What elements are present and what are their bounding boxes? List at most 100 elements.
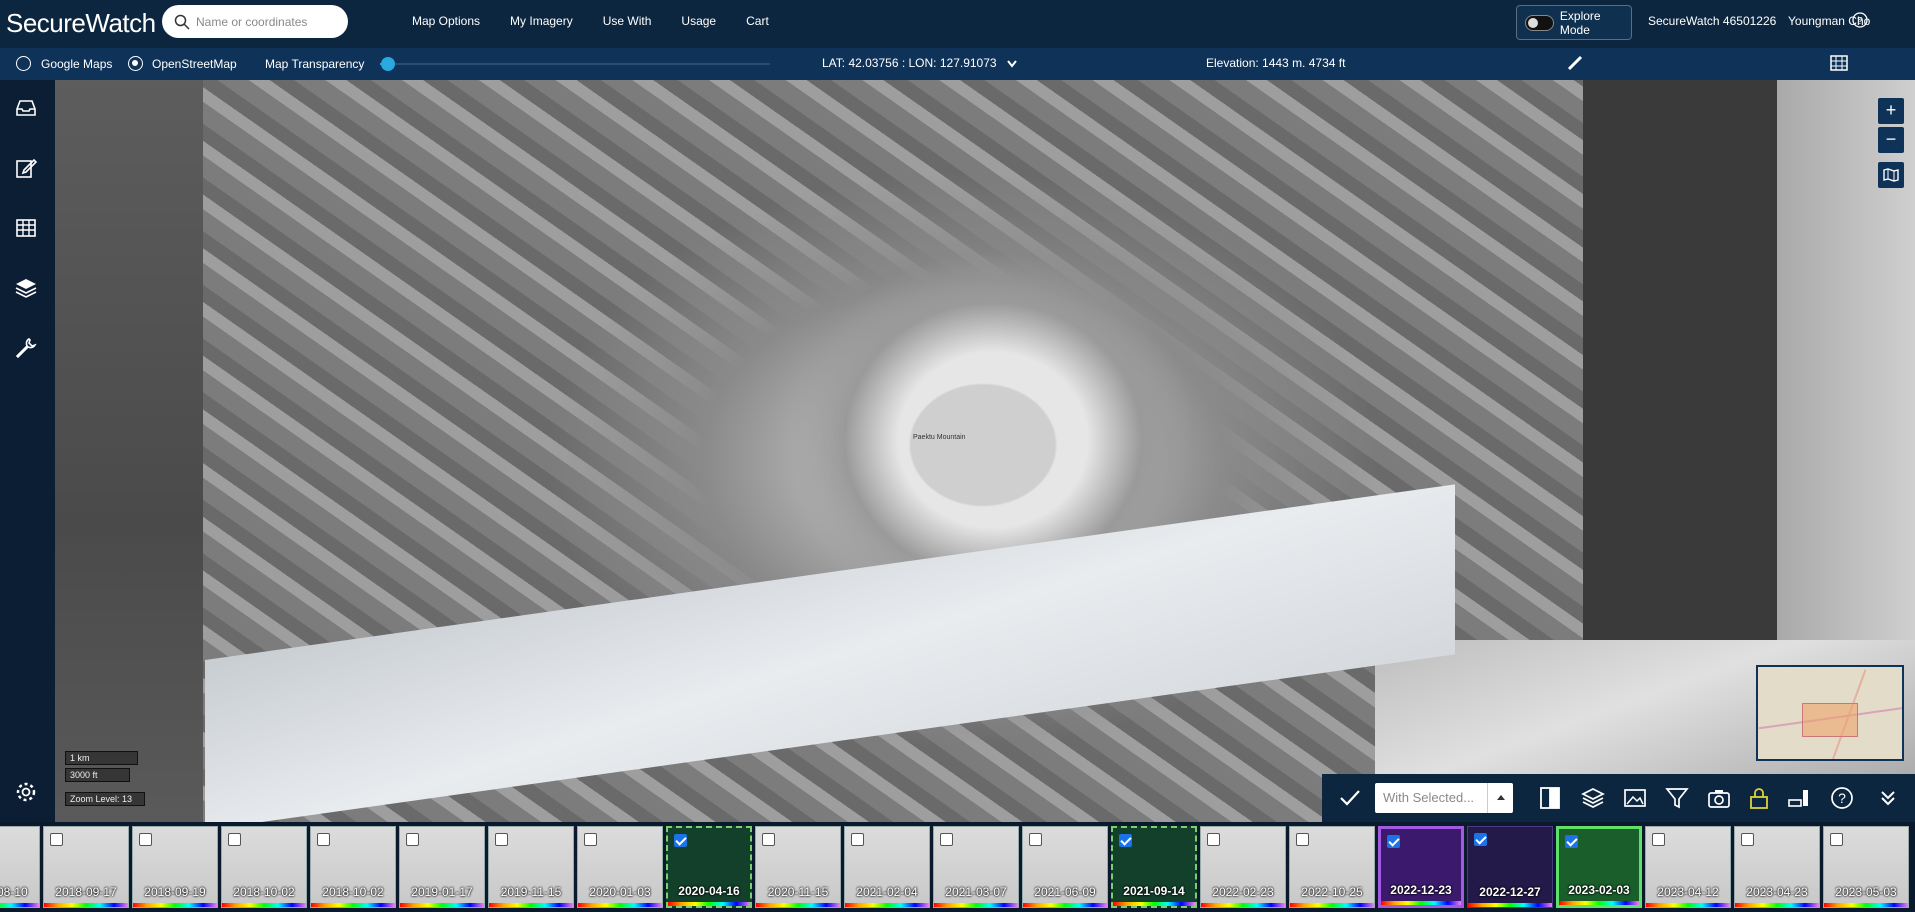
inbox-icon[interactable] bbox=[14, 96, 38, 120]
nav-usage[interactable]: Usage bbox=[681, 14, 716, 28]
thumbnail-checkbox[interactable] bbox=[228, 833, 241, 846]
imagery-thumbnail[interactable]: 2021-02-04 bbox=[844, 826, 930, 908]
brand-logo[interactable]: SecureWatch bbox=[6, 8, 156, 39]
imagery-thumbnail[interactable]: 2021-06-09 bbox=[1022, 826, 1108, 908]
cloud-cover-bar bbox=[489, 903, 573, 907]
place-label[interactable]: Paektu Mountain bbox=[913, 434, 966, 441]
main-nav: Map Options My Imagery Use With Usage Ca… bbox=[412, 14, 799, 28]
thumbnail-checkbox[interactable] bbox=[584, 833, 597, 846]
thumbnail-checkbox[interactable] bbox=[1207, 833, 1220, 846]
cloud-cover-bar bbox=[1113, 902, 1195, 906]
thumbnail-checkbox[interactable] bbox=[762, 833, 775, 846]
imagery-thumbnail[interactable]: 2018-09-19 bbox=[132, 826, 218, 908]
map-canvas[interactable]: Paektu Mountain + − 1 km 3000 ft Zoom Le… bbox=[55, 80, 1915, 822]
image-icon[interactable] bbox=[1623, 786, 1647, 810]
coordinates-readout[interactable]: LAT: 42.03756 : LON: 127.91073 bbox=[822, 56, 1018, 70]
ruler-icon[interactable] bbox=[1566, 54, 1584, 72]
thumbnail-checkbox[interactable] bbox=[940, 833, 953, 846]
thumbnail-checkbox[interactable] bbox=[1830, 833, 1843, 846]
toggle-switch[interactable] bbox=[1525, 14, 1554, 31]
thumbnail-checkbox[interactable] bbox=[406, 833, 419, 846]
thumbnail-date: 2022-12-23 bbox=[1390, 883, 1452, 897]
nav-use-with[interactable]: Use With bbox=[603, 14, 652, 28]
gear-icon[interactable] bbox=[14, 780, 38, 804]
zoom-out-button[interactable]: − bbox=[1878, 127, 1904, 153]
imagery-thumbnail[interactable]: 2018-09-17 bbox=[43, 826, 129, 908]
thumbnail-checkbox[interactable] bbox=[1565, 835, 1578, 848]
imagery-thumbnail[interactable]: 2022-12-23 bbox=[1378, 826, 1464, 908]
help-icon[interactable]: ? bbox=[1830, 786, 1854, 810]
thumbnail-checkbox[interactable] bbox=[851, 833, 864, 846]
imagery-thumbnail[interactable]: 2020-11-15 bbox=[755, 826, 841, 908]
zoom-in-button[interactable]: + bbox=[1878, 98, 1904, 124]
imagery-thumbnail[interactable]: 2023-04-12 bbox=[1645, 826, 1731, 908]
nav-map-options[interactable]: Map Options bbox=[412, 14, 480, 28]
imagery-thumbnail[interactable]: 2022-02-23 bbox=[1200, 826, 1286, 908]
thumbnail-checkbox[interactable] bbox=[1741, 833, 1754, 846]
lock-icon[interactable] bbox=[1747, 786, 1771, 810]
nav-my-imagery[interactable]: My Imagery bbox=[510, 14, 573, 28]
imagery-thumbnail[interactable]: 2018-10-02 bbox=[221, 826, 307, 908]
thumbnail-checkbox[interactable] bbox=[1029, 833, 1042, 846]
camera-icon[interactable] bbox=[1707, 786, 1731, 810]
dropdown-caret[interactable] bbox=[1487, 783, 1513, 813]
signal-bars-icon[interactable] bbox=[1787, 786, 1811, 810]
grid-icon[interactable] bbox=[1830, 55, 1848, 71]
check-icon[interactable] bbox=[1338, 786, 1362, 810]
imagery-thumbnail[interactable]: 2020-01-03 bbox=[577, 826, 663, 908]
search-box[interactable] bbox=[162, 5, 348, 38]
imagery-thumbnail[interactable]: 2021-03-07 bbox=[933, 826, 1019, 908]
with-selected-dropdown[interactable]: With Selected... bbox=[1375, 783, 1513, 813]
imagery-thumbnail[interactable]: 2018-08-10 bbox=[0, 826, 40, 908]
thumbnail-checkbox[interactable] bbox=[50, 833, 63, 846]
map-book-button[interactable] bbox=[1878, 162, 1904, 188]
thumbnail-checkbox[interactable] bbox=[1119, 834, 1132, 847]
overview-minimap[interactable] bbox=[1756, 665, 1904, 761]
help-icon[interactable]: ? bbox=[1852, 12, 1868, 28]
cloud-cover-bar bbox=[1735, 903, 1819, 907]
imagery-thumbnail[interactable]: 2023-02-03 bbox=[1556, 826, 1642, 908]
double-chevron-down-icon[interactable] bbox=[1876, 786, 1900, 810]
thumbnail-checkbox[interactable] bbox=[1296, 833, 1309, 846]
imagery-timeline-strip[interactable]: 2018-08-10 2018-09-17 2018-09-19 2018-10-02… bbox=[0, 822, 1915, 912]
chevron-down-icon[interactable] bbox=[1006, 59, 1018, 69]
slider-handle[interactable] bbox=[380, 57, 395, 71]
cloud-cover-bar bbox=[133, 903, 217, 907]
imagery-thumbnail[interactable]: 2019-01-17 bbox=[399, 826, 485, 908]
thumbnail-checkbox[interactable] bbox=[674, 834, 687, 847]
map-transparency-slider[interactable] bbox=[380, 57, 770, 71]
thumbnail-checkbox[interactable] bbox=[139, 833, 152, 846]
account-name[interactable]: SecureWatch 46501226 bbox=[1648, 14, 1776, 28]
minimap-viewport[interactable] bbox=[1802, 703, 1858, 737]
nav-cart[interactable]: Cart bbox=[746, 14, 769, 28]
wrench-icon[interactable] bbox=[14, 336, 38, 360]
thumbnail-checkbox[interactable] bbox=[1474, 833, 1487, 846]
thumbnail-checkbox[interactable] bbox=[1387, 835, 1400, 848]
layers-stack-icon[interactable] bbox=[1581, 786, 1605, 810]
edit-icon[interactable] bbox=[14, 156, 38, 180]
imagery-thumbnail[interactable]: 2021-09-14 bbox=[1111, 826, 1197, 908]
thumbnail-date: 2021-06-09 bbox=[1034, 885, 1096, 899]
imagery-thumbnail[interactable]: 2022-10-25 bbox=[1289, 826, 1375, 908]
search-input[interactable] bbox=[196, 14, 336, 29]
imagery-thumbnail[interactable]: 2019-11-15 bbox=[488, 826, 574, 908]
openstreetmap-radio[interactable] bbox=[128, 56, 143, 71]
imagery-thumbnail[interactable]: 2022-12-27 bbox=[1467, 826, 1553, 908]
imagery-thumbnail[interactable]: 2018-10-02 bbox=[310, 826, 396, 908]
thumbnail-checkbox[interactable] bbox=[495, 833, 508, 846]
google-maps-radio[interactable] bbox=[16, 56, 31, 71]
compare-icon[interactable] bbox=[1538, 786, 1562, 810]
table-icon[interactable] bbox=[14, 216, 38, 240]
explore-mode-toggle[interactable]: Explore Mode bbox=[1516, 5, 1632, 40]
imagery-thumbnail[interactable]: 2020-04-16 bbox=[666, 826, 752, 908]
thumbnail-checkbox[interactable] bbox=[1652, 833, 1665, 846]
filter-icon[interactable] bbox=[1665, 786, 1689, 810]
thumbnail-date: 2023-04-23 bbox=[1746, 885, 1808, 899]
imagery-thumbnail[interactable]: 2023-04-23 bbox=[1734, 826, 1820, 908]
thumbnail-date: 2022-12-27 bbox=[1479, 885, 1541, 899]
cloud-cover-bar bbox=[400, 903, 484, 907]
imagery-thumbnail[interactable]: 2023-05-03 bbox=[1823, 826, 1909, 908]
thumbnail-checkbox[interactable] bbox=[317, 833, 330, 846]
layers-icon[interactable] bbox=[14, 276, 38, 300]
google-maps-label: Google Maps bbox=[41, 57, 113, 71]
